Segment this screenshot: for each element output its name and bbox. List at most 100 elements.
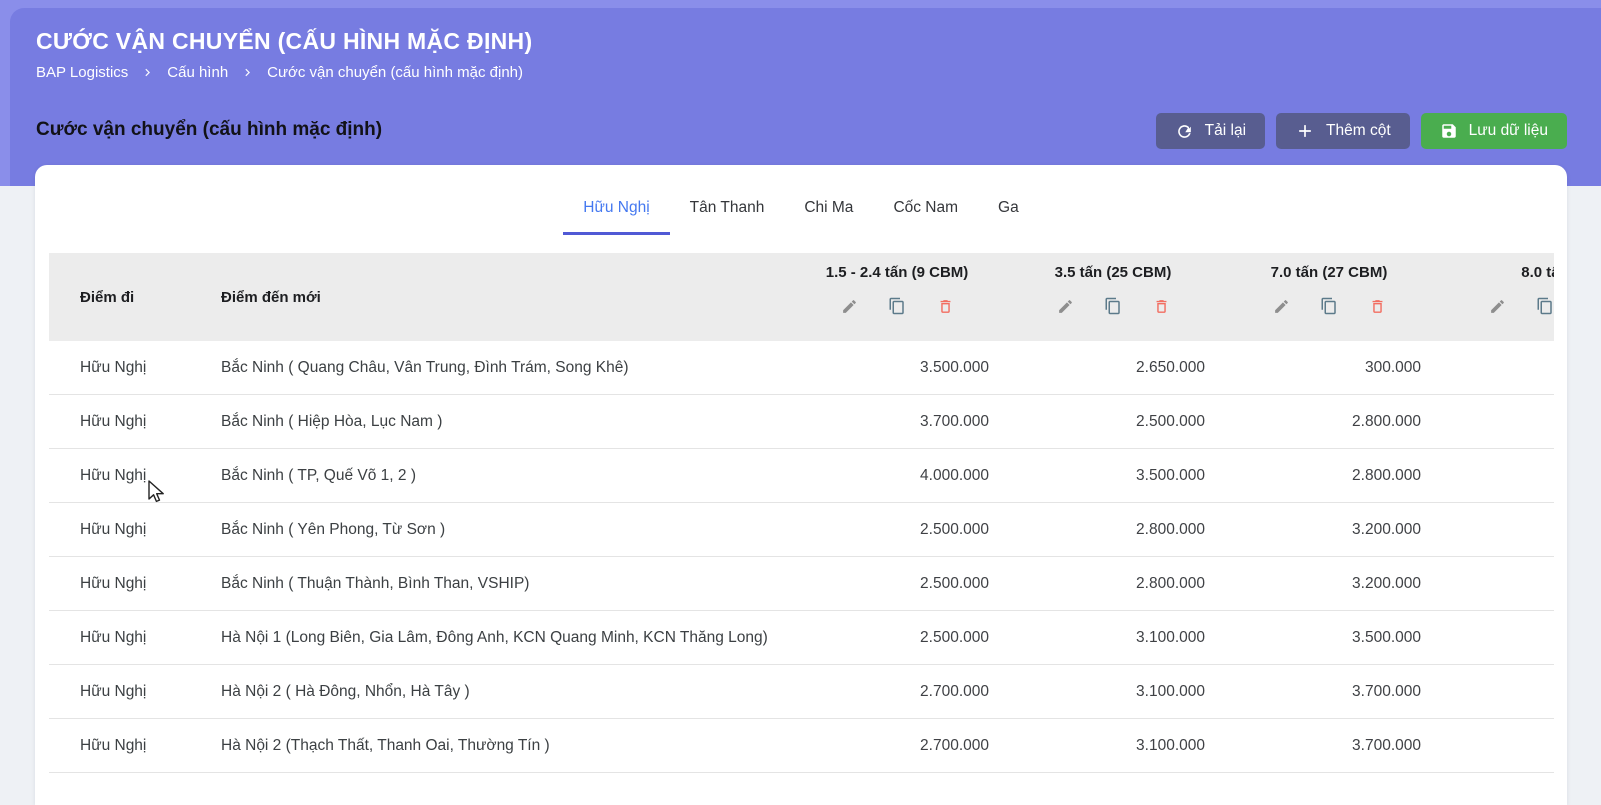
app-header: CƯỚC VẬN CHUYỂN (CẤU HÌNH MẶC ĐỊNH) BAP … xyxy=(36,28,532,81)
plus-icon xyxy=(1295,121,1315,141)
column-actions xyxy=(1488,297,1554,315)
edit-pencil-icon[interactable] xyxy=(1056,297,1074,315)
tab-item[interactable]: Ga xyxy=(978,181,1039,235)
tab-item[interactable]: Chi Ma xyxy=(784,181,873,235)
copy-icon[interactable] xyxy=(1536,297,1554,315)
content-card: Hữu Nghị Tân Thanh Chi Ma Cốc Nam Ga Điể… xyxy=(35,165,1567,805)
edit-pencil-icon[interactable] xyxy=(1488,297,1506,315)
destination-cell[interactable]: Bắc Ninh ( TP, Quế Võ 1, 2 ) xyxy=(221,467,789,485)
weight-column-header: 8.0 tấn xyxy=(1437,253,1554,341)
chevron-right-icon xyxy=(240,65,255,80)
weight-column-label: 1.5 - 2.4 tấn (9 CBM) xyxy=(826,263,969,283)
reload-button[interactable]: Tải lại xyxy=(1156,113,1265,149)
tab-item[interactable]: Hữu Nghị xyxy=(563,181,669,235)
price-cell[interactable]: 3.200.000 xyxy=(1221,521,1437,539)
breadcrumb-item-current: Cước vận chuyển (cấu hình mặc định) xyxy=(267,64,523,81)
origin-cell: Hữu Nghị xyxy=(49,575,221,593)
price-cell[interactable]: 2.500.000 xyxy=(789,629,1005,647)
table-row: Hữu Nghị Hà Nội 1 (Long Biên, Gia Lâm, Đ… xyxy=(49,611,1554,665)
price-cell[interactable]: 2.700.000 xyxy=(789,683,1005,701)
table-row: Hữu Nghị Hà Nội 2 ( Hà Đông, Nhổn, Hà Tâ… xyxy=(49,665,1554,719)
destination-cell[interactable]: Hà Nội 2 ( Hà Đông, Nhổn, Hà Tây ) xyxy=(221,683,789,701)
price-cell[interactable]: 2.700.000 xyxy=(789,737,1005,755)
refresh-icon xyxy=(1175,122,1194,141)
weight-column-header: 3.5 tấn (25 CBM) xyxy=(1005,253,1221,341)
price-cell[interactable]: 2.800.000 xyxy=(1005,575,1221,593)
weight-column-headers: 1.5 - 2.4 tấn (9 CBM) xyxy=(789,253,1554,341)
breadcrumb-item-config[interactable]: Cấu hình xyxy=(167,64,228,81)
table-header-row: Điểm đi Điểm đến mới 1.5 - 2.4 tấn (9 CB… xyxy=(49,253,1554,341)
copy-icon[interactable] xyxy=(888,297,906,315)
edit-pencil-icon[interactable] xyxy=(840,297,858,315)
origin-cell: Hữu Nghị xyxy=(49,413,221,431)
destination-cell[interactable]: Bắc Ninh ( Quang Châu, Vân Trung, Đình T… xyxy=(221,359,789,377)
table-row: Hữu Nghị Bắc Ninh ( Yên Phong, Từ Sơn ) … xyxy=(49,503,1554,557)
page-title: Cước vận chuyển (cấu hình mặc định) xyxy=(36,119,382,141)
price-cell[interactable]: 3.200.000 xyxy=(1221,575,1437,593)
trash-icon[interactable] xyxy=(1368,297,1386,315)
floppy-icon xyxy=(1440,122,1458,140)
price-cell[interactable]: 3.100.000 xyxy=(1005,629,1221,647)
page-heading: CƯỚC VẬN CHUYỂN (CẤU HÌNH MẶC ĐỊNH) xyxy=(36,28,532,55)
origin-cell: Hữu Nghị xyxy=(49,683,221,701)
weight-column-header: 7.0 tấn (27 CBM) xyxy=(1221,253,1437,341)
column-actions xyxy=(840,297,954,315)
price-cell[interactable]: 3.700.000 xyxy=(789,413,1005,431)
price-cell[interactable]: 2.500.000 xyxy=(789,575,1005,593)
price-cell[interactable]: 3.700.000 xyxy=(1221,737,1437,755)
weight-column-label: 3.5 tấn (25 CBM) xyxy=(1055,263,1172,283)
add-column-button-label: Thêm cột xyxy=(1326,122,1391,140)
tab-item[interactable]: Cốc Nam xyxy=(873,181,978,235)
table-row: Hữu Nghị Hà Nội 2 (Thạch Thất, Thanh Oai… xyxy=(49,719,1554,773)
origin-cell: Hữu Nghị xyxy=(49,359,221,377)
rates-table-scroll-area[interactable]: Điểm đi Điểm đến mới 1.5 - 2.4 tấn (9 CB… xyxy=(49,253,1554,773)
destination-cell[interactable]: Bắc Ninh ( Yên Phong, Từ Sơn ) xyxy=(221,521,789,539)
price-cell[interactable]: 2.800.000 xyxy=(1221,467,1437,485)
reload-button-label: Tải lại xyxy=(1205,122,1246,140)
save-button[interactable]: Lưu dữ liệu xyxy=(1421,113,1567,149)
price-cell[interactable]: 3.500.000 xyxy=(1005,467,1221,485)
weight-column-header: 1.5 - 2.4 tấn (9 CBM) xyxy=(789,253,1005,341)
price-cell[interactable]: 3.500.000 xyxy=(1221,629,1437,647)
save-button-label: Lưu dữ liệu xyxy=(1469,122,1548,140)
price-cell[interactable]: 2.500.000 xyxy=(789,521,1005,539)
toolbar: Tải lại Thêm cột Lưu dữ liệu xyxy=(1156,113,1567,149)
price-cell[interactable]: 3.500.000 xyxy=(789,359,1005,377)
price-cell[interactable]: 300.000 xyxy=(1221,359,1437,377)
trash-icon[interactable] xyxy=(936,297,954,315)
price-cell[interactable]: 2.800.000 xyxy=(1221,413,1437,431)
origin-cell: Hữu Nghị xyxy=(49,467,221,485)
destination-cell[interactable]: Hà Nội 1 (Long Biên, Gia Lâm, Đông Anh, … xyxy=(221,629,789,647)
edit-pencil-icon[interactable] xyxy=(1272,297,1290,315)
tab-item[interactable]: Tân Thanh xyxy=(670,181,785,235)
price-cell[interactable]: 2.500.000 xyxy=(1005,413,1221,431)
table-row: Hữu Nghị Bắc Ninh ( TP, Quế Võ 1, 2 ) 4.… xyxy=(49,449,1554,503)
copy-icon[interactable] xyxy=(1104,297,1122,315)
origin-cell: Hữu Nghị xyxy=(49,521,221,539)
origin-column-header: Điểm đi xyxy=(49,253,221,341)
price-cell[interactable]: 3.700.000 xyxy=(1221,683,1437,701)
destination-column-header: Điểm đến mới xyxy=(221,253,789,341)
price-cell[interactable]: 3.100.000 xyxy=(1005,737,1221,755)
copy-icon[interactable] xyxy=(1320,297,1338,315)
price-cell[interactable]: 2.650.000 xyxy=(1005,359,1221,377)
column-actions xyxy=(1272,297,1386,315)
tab-bar: Hữu Nghị Tân Thanh Chi Ma Cốc Nam Ga xyxy=(35,181,1567,235)
breadcrumb-item-root[interactable]: BAP Logistics xyxy=(36,64,128,81)
destination-cell[interactable]: Bắc Ninh ( Hiệp Hòa, Lục Nam ) xyxy=(221,413,789,431)
weight-column-label: 8.0 tấn xyxy=(1521,263,1554,283)
destination-cell[interactable]: Bắc Ninh ( Thuận Thành, Bình Than, VSHIP… xyxy=(221,575,789,593)
rates-table: Điểm đi Điểm đến mới 1.5 - 2.4 tấn (9 CB… xyxy=(49,253,1554,773)
table-row: Hữu Nghị Bắc Ninh ( Hiệp Hòa, Lục Nam ) … xyxy=(49,395,1554,449)
add-column-button[interactable]: Thêm cột xyxy=(1276,113,1410,149)
chevron-right-icon xyxy=(140,65,155,80)
trash-icon[interactable] xyxy=(1152,297,1170,315)
breadcrumb: BAP Logistics Cấu hình Cước vận chuyển (… xyxy=(36,64,532,81)
destination-cell[interactable]: Hà Nội 2 (Thạch Thất, Thanh Oai, Thường … xyxy=(221,737,789,755)
column-actions xyxy=(1056,297,1170,315)
price-cell[interactable]: 4.000.000 xyxy=(789,467,1005,485)
table-row: Hữu Nghị Bắc Ninh ( Thuận Thành, Bình Th… xyxy=(49,557,1554,611)
price-cell[interactable]: 2.800.000 xyxy=(1005,521,1221,539)
table-body: Hữu Nghị Bắc Ninh ( Quang Châu, Vân Trun… xyxy=(49,341,1554,773)
price-cell[interactable]: 3.100.000 xyxy=(1005,683,1221,701)
